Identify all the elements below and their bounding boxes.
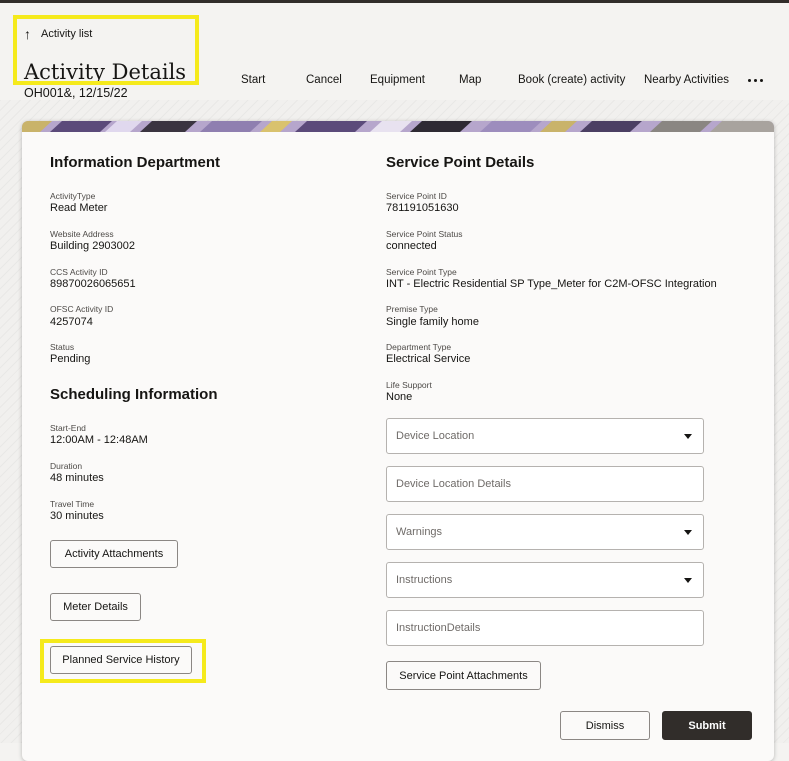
dismiss-button[interactable]: Dismiss [560, 711, 650, 740]
chevron-down-icon [684, 578, 692, 583]
field-value: 12:00AM - 12:48AM [50, 434, 148, 446]
action-toolbar: Start Cancel Equipment Map Book (create)… [0, 74, 789, 90]
field-label: Department Type [386, 342, 452, 352]
decorative-banner [22, 121, 774, 132]
submit-button[interactable]: Submit [662, 711, 752, 740]
toolbar-start-button[interactable]: Start [241, 74, 265, 86]
field-value: 48 minutes [50, 472, 104, 484]
field-value: INT - Electric Residential SP Type_Meter… [386, 278, 717, 290]
instructions-select[interactable]: Instructions [386, 562, 704, 598]
field-label: Premise Type [386, 304, 438, 314]
instruction-details-placeholder: InstructionDetails [396, 622, 481, 634]
toolbar-map-button[interactable]: Map [459, 74, 481, 86]
field-value: connected [386, 240, 437, 252]
info-section-title: Information Department [50, 154, 221, 171]
field-label: Duration [50, 461, 83, 471]
field-value: Single family home [386, 316, 479, 328]
field-value: Building 2903002 [50, 240, 136, 252]
top-bar [0, 0, 789, 3]
field-label: Service Point ID [386, 191, 447, 201]
highlight-box-planned-service-history [40, 639, 206, 683]
warnings-select[interactable]: Warnings [386, 514, 704, 550]
field-value: None [386, 391, 413, 403]
activity-attachments-button[interactable]: Activity Attachments [50, 540, 178, 568]
field-label: Service Point Status [386, 229, 463, 239]
field-label: Life Support [386, 380, 432, 390]
field-value: 30 minutes [50, 510, 104, 522]
service-point-attachments-button[interactable]: Service Point Attachments [386, 661, 541, 690]
service-point-section-title: Service Point Details [386, 154, 535, 171]
field-label: Travel Time [50, 499, 95, 509]
device-location-placeholder: Device Location [396, 430, 475, 442]
device-location-details-placeholder: Device Location Details [396, 478, 511, 490]
field-label: Service Point Type [386, 267, 457, 277]
field-label: Start-End [50, 423, 86, 433]
field-label: ActivityType [50, 191, 96, 201]
field-label: Status [50, 342, 75, 352]
field-value: Electrical Service [386, 353, 471, 365]
device-location-select[interactable]: Device Location [386, 418, 704, 454]
meter-details-button[interactable]: Meter Details [50, 593, 141, 621]
toolbar-nearby-activities-button[interactable]: Nearby Activities [644, 74, 729, 86]
chevron-down-icon [684, 434, 692, 439]
more-options-icon[interactable] [748, 79, 763, 82]
field-value: Read Meter [50, 202, 108, 214]
instructions-placeholder: Instructions [396, 574, 453, 586]
field-value: 781191051630 [386, 202, 459, 214]
field-label: OFSC Activity ID [50, 304, 114, 314]
field-value: 89870026065651 [50, 278, 136, 290]
instruction-details-input[interactable]: InstructionDetails [386, 610, 704, 646]
chevron-down-icon [684, 530, 692, 535]
toolbar-equipment-button[interactable]: Equipment [370, 74, 425, 86]
field-value: Pending [50, 353, 91, 365]
device-location-details-input[interactable]: Device Location Details [386, 466, 704, 502]
toolbar-book-activity-button[interactable]: Book (create) activity [518, 74, 625, 86]
warnings-placeholder: Warnings [396, 526, 443, 538]
toolbar-cancel-button[interactable]: Cancel [306, 74, 342, 86]
field-value: 4257074 [50, 316, 93, 328]
field-label: CCS Activity ID [50, 267, 108, 277]
field-label: Website Address [50, 229, 114, 239]
scheduling-section-title: Scheduling Information [50, 386, 218, 403]
